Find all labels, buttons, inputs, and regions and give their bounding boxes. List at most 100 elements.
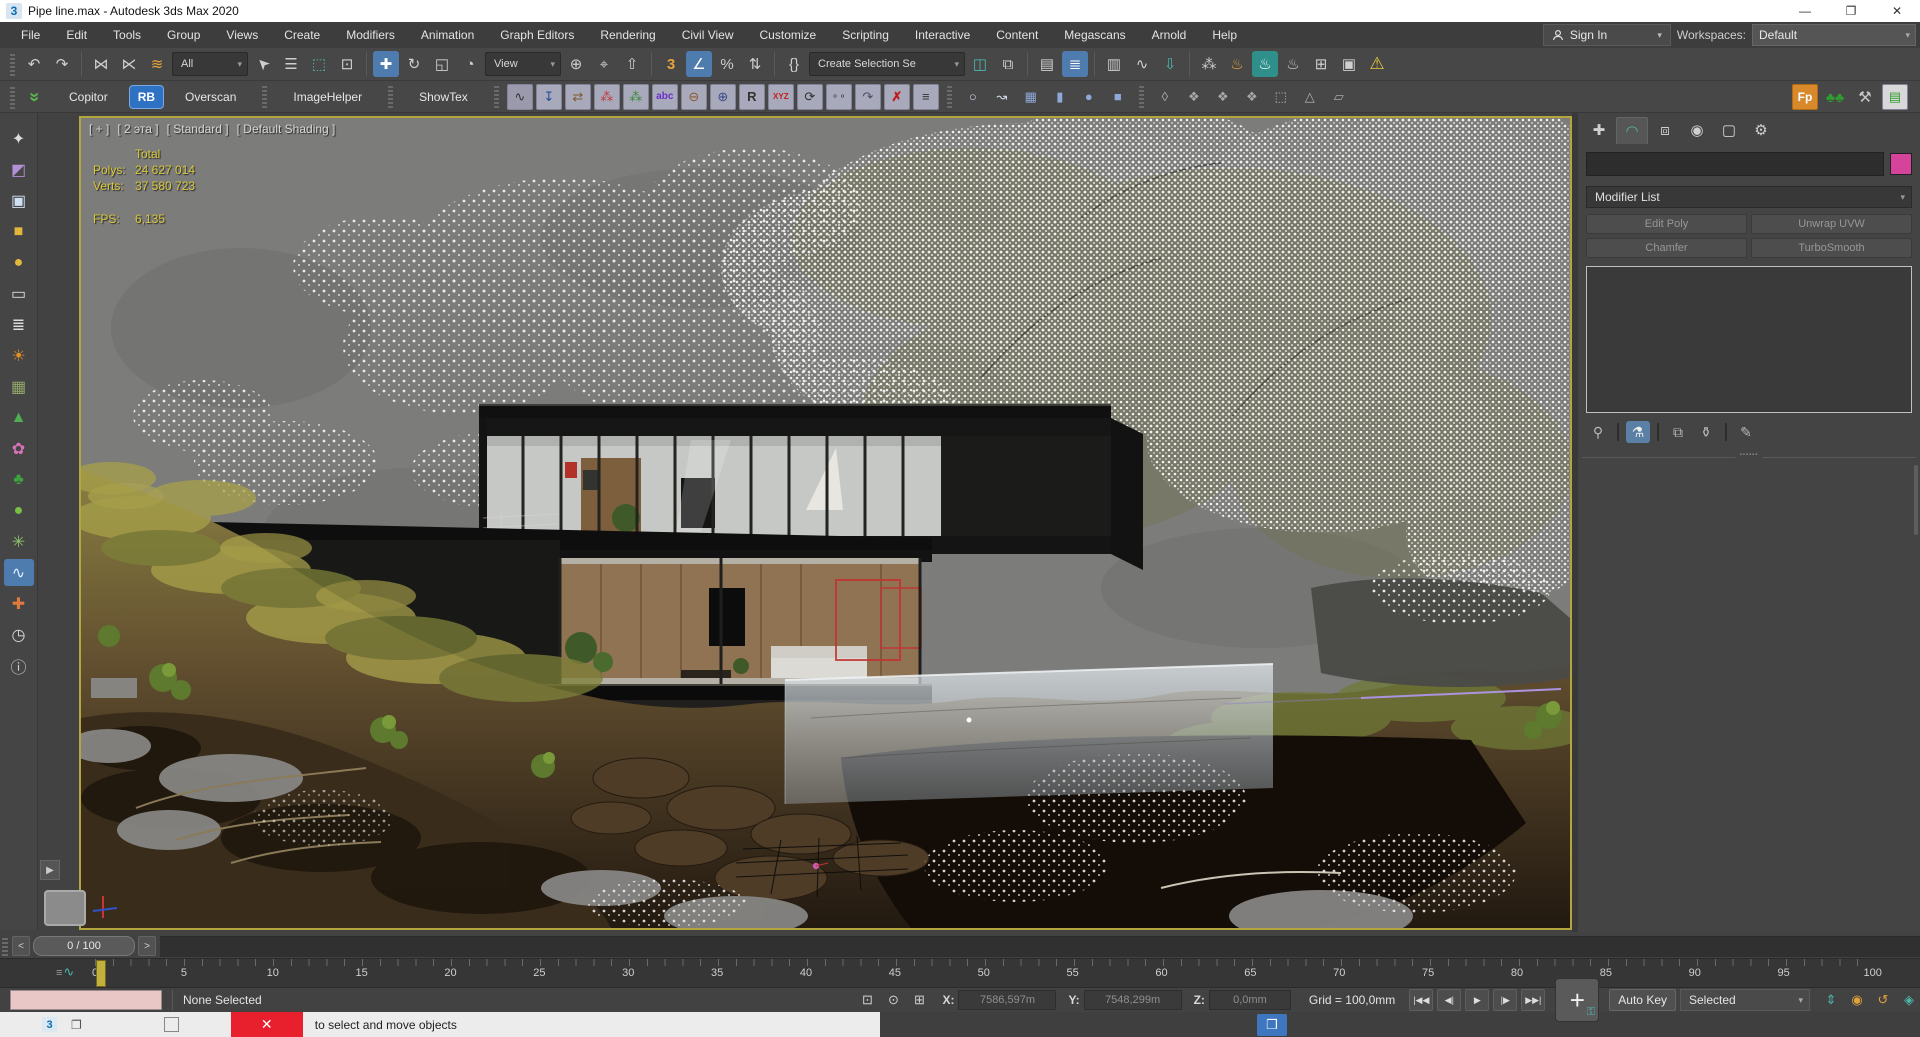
menu-item[interactable]: Modifiers	[333, 22, 408, 48]
scatter-points-icon[interactable]: ⁂	[593, 83, 620, 110]
turbosmooth-button[interactable]: TurboSmooth	[1751, 238, 1912, 258]
motion-tab[interactable]: ◉	[1682, 117, 1712, 143]
max-taskbar-icon[interactable]: 3	[42, 1017, 57, 1032]
go-to-start-button[interactable]: |◀◀	[1409, 989, 1434, 1011]
rollout-divider[interactable]	[1582, 457, 1916, 468]
flower-icon[interactable]: ✿	[4, 435, 34, 462]
lattice-cage-icon[interactable]: ❖	[1239, 84, 1265, 110]
menu-item[interactable]: File	[8, 22, 53, 48]
menu-item[interactable]: Scripting	[829, 22, 902, 48]
info-icon[interactable]: ⓘ	[4, 652, 34, 679]
display-tab[interactable]: ▢	[1714, 117, 1744, 143]
mirror-icon[interactable]: ◫	[967, 51, 993, 77]
go-to-end-button[interactable]: ▶▶|	[1521, 989, 1546, 1011]
selection-filter-dropdown[interactable]: All	[172, 52, 248, 76]
pan-view-icon[interactable]: ◉	[1846, 989, 1868, 1011]
abc-text-icon[interactable]: abc	[651, 83, 678, 110]
viewport-label-segment[interactable]: [ + ]	[89, 122, 109, 136]
reset-xform-icon[interactable]: ⟳	[796, 83, 823, 110]
attach-plus-icon[interactable]: ⊕	[709, 83, 736, 110]
next-frame-arrow[interactable]: >	[138, 936, 156, 956]
close-window-button[interactable]: ✕	[230, 1012, 303, 1037]
yellow-circle-icon[interactable]: ●	[4, 249, 34, 276]
swap-objects-icon[interactable]: ⇄	[564, 83, 591, 110]
menu-item[interactable]: Tools	[100, 22, 154, 48]
viewport-label-segment[interactable]: [ Default Shading ]	[237, 122, 336, 136]
lattice-sphere-icon[interactable]: ❖	[1210, 84, 1236, 110]
detach-minus-icon[interactable]: ⊖	[680, 83, 707, 110]
mini-curve-editor-icon[interactable]: ∿	[56, 964, 74, 980]
pipe-tool-icon[interactable]: ∿	[3, 559, 34, 586]
panel-scrollbar[interactable]	[1914, 465, 1918, 535]
cube-taskbar-icon[interactable]: ❒	[1257, 1014, 1287, 1036]
trees-library-icon[interactable]: ♣♣	[1822, 84, 1848, 110]
delete-prs-icon[interactable]: ✗	[883, 83, 910, 110]
undo-icon[interactable]: ↶	[21, 51, 47, 77]
tree-icon[interactable]: ♣	[4, 466, 34, 493]
menu-item[interactable]: Create	[271, 22, 333, 48]
remove-modifier-icon[interactable]: ⚱	[1694, 421, 1718, 443]
menu-item[interactable]: Edit	[53, 22, 100, 48]
grid-object-icon[interactable]: ▦	[1018, 84, 1044, 110]
green-sphere-icon[interactable]: ●	[4, 497, 34, 524]
menu-item[interactable]: Graph Editors	[487, 22, 587, 48]
scene-explorer-icon[interactable]: ▤	[1034, 51, 1060, 77]
isolate-selection-icon[interactable]: ⊡	[856, 989, 878, 1011]
measure-distance-icon[interactable]: ⚬⚬	[825, 83, 852, 110]
snap-toggle-3d-icon[interactable]: 3	[658, 51, 684, 77]
make-unique-icon[interactable]: ⧉	[1666, 421, 1690, 443]
spline-tool-icon[interactable]: ↷	[854, 83, 881, 110]
viewport-label-segment[interactable]: [ Standard ]	[167, 122, 229, 136]
lattice-box-icon[interactable]: ❖	[1181, 84, 1207, 110]
unlink-icon[interactable]: ⋉	[116, 51, 142, 77]
terrain-grid-icon[interactable]: ▦	[4, 373, 34, 400]
time-slider-thumb[interactable]: 0 / 100	[33, 936, 135, 956]
menu-item[interactable]: Rendering	[587, 22, 668, 48]
workspace-dropdown[interactable]: Default	[1752, 24, 1916, 46]
expand-toolbar-icon[interactable]: »	[22, 84, 48, 110]
window-crossing-icon[interactable]: ⊡	[334, 51, 360, 77]
orbit-view-icon[interactable]: ↺	[1872, 989, 1894, 1011]
layer-explorer-icon[interactable]: ≣	[1062, 51, 1088, 77]
keyboard-override-icon[interactable]: ⇧	[619, 51, 645, 77]
transform-xyz-icon[interactable]: XYZ	[767, 83, 794, 110]
ribbon-toggle-icon[interactable]: ▥	[1101, 51, 1127, 77]
wheel-icon[interactable]: ✳	[4, 528, 34, 555]
track-bar[interactable]: ∿ 05101520253035404550556065707580859095…	[0, 958, 1920, 988]
clock-icon[interactable]: ◷	[4, 621, 34, 648]
toolbar-drag-handle[interactable]	[10, 52, 15, 76]
rb-button[interactable]: RB	[128, 84, 165, 109]
close-button[interactable]: ✕	[1874, 0, 1920, 22]
x-coord-field[interactable]: 7586,597m	[958, 990, 1057, 1010]
redo-icon[interactable]: ↷	[49, 51, 75, 77]
freeform-spline-icon[interactable]: ↝	[989, 84, 1015, 110]
previous-frame-arrow[interactable]: <	[12, 936, 30, 956]
menu-item[interactable]: Arnold	[1139, 22, 1200, 48]
select-by-name-icon[interactable]: ☰	[278, 51, 304, 77]
rename-cursor-icon[interactable]: R	[738, 83, 765, 110]
maximize-viewport-icon[interactable]: ◈	[1898, 989, 1920, 1011]
angle-snap-icon[interactable]: ∠	[686, 51, 712, 77]
toolbar-drag-handle[interactable]	[10, 84, 15, 109]
select-rotate-icon[interactable]: ↻	[401, 51, 427, 77]
menu-item[interactable]: Megascans	[1051, 22, 1138, 48]
absolute-offset-icon[interactable]: ⊞	[908, 989, 930, 1011]
object-color-swatch[interactable]	[1890, 153, 1912, 175]
expand-panel-arrow[interactable]: ▶	[40, 860, 60, 880]
box-primitive-icon[interactable]: ■	[1105, 84, 1131, 110]
unwrap-uvw-button[interactable]: Unwrap UVW	[1751, 214, 1912, 234]
circle-spline-icon[interactable]: ○	[960, 84, 986, 110]
material-editor-icon[interactable]: ♨	[1224, 51, 1250, 77]
minimize-button[interactable]: —	[1782, 0, 1828, 22]
particle-view-icon[interactable]: ⁂	[1196, 51, 1222, 77]
chamfer-button[interactable]: Chamfer	[1586, 238, 1747, 258]
bind-spacewarp-icon[interactable]: ≋	[144, 51, 170, 77]
create-tab[interactable]: ✚	[1584, 117, 1614, 143]
transform-gizmo-icon[interactable]: ⇕	[1820, 989, 1842, 1011]
next-frame-button[interactable]: |▶	[1493, 989, 1518, 1011]
time-slider-track[interactable]	[160, 935, 1920, 957]
pin-stack-icon[interactable]: ⚲	[1586, 421, 1610, 443]
compact-material-editor-icon[interactable]: ♨	[1252, 51, 1278, 77]
green-triangle-icon[interactable]: ▲	[4, 404, 34, 431]
overscan-button[interactable]: Overscan	[167, 85, 254, 109]
